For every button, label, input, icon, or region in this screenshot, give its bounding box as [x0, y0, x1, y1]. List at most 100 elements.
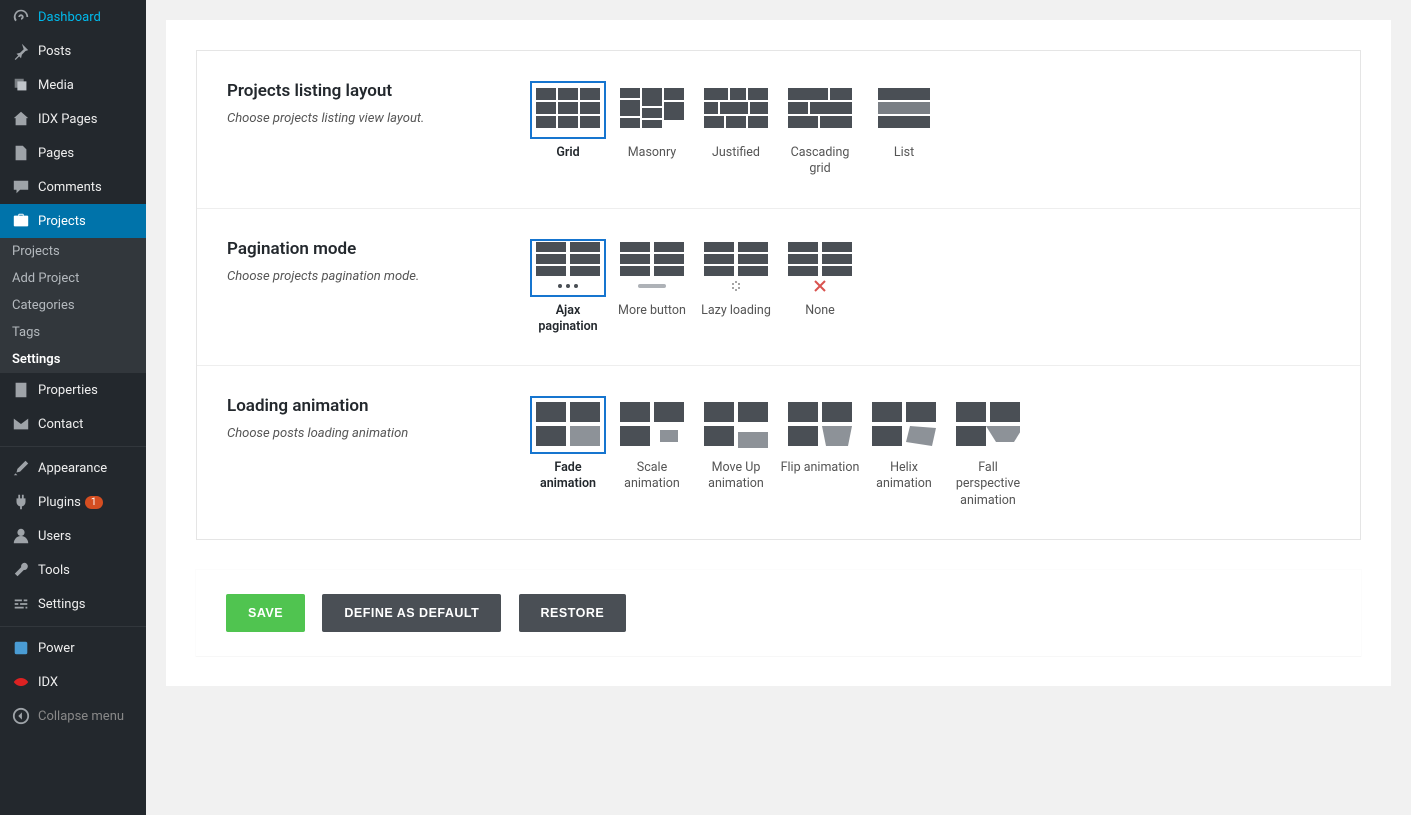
- setting-options: Fade animation Scale animation Move Up a…: [527, 396, 1330, 509]
- collapse-icon: [12, 707, 30, 725]
- sidebar-item-users[interactable]: Users: [0, 519, 146, 553]
- sidebar-item-projects[interactable]: Projects: [0, 204, 146, 238]
- setting-title: Projects listing layout: [227, 81, 507, 101]
- sidebar-subitem-settings[interactable]: Settings: [0, 346, 146, 373]
- sidebar-item-collapse[interactable]: Collapse menu: [0, 699, 146, 733]
- option-label: List: [863, 145, 945, 161]
- setting-desc: Choose projects listing view layout.: [227, 111, 507, 126]
- sidebar-item-properties[interactable]: Properties: [0, 373, 146, 407]
- option-moveup[interactable]: Move Up animation: [695, 396, 777, 509]
- option-label: Fall perspective animation: [947, 460, 1029, 509]
- sidebar-label: Projects: [38, 214, 86, 229]
- sidebar-label: Users: [38, 529, 71, 544]
- admin-sidebar: Dashboard Posts Media IDX Pages Pages Co…: [0, 0, 146, 815]
- option-label: Grid: [527, 145, 609, 161]
- define-default-button[interactable]: DEFINE AS DEFAULT: [322, 594, 501, 632]
- thumb-grid-icon: [530, 81, 606, 139]
- setting-options: Grid Masonry Justified: [527, 81, 1330, 178]
- sidebar-item-media[interactable]: Media: [0, 68, 146, 102]
- sidebar-item-contact[interactable]: Contact: [0, 407, 146, 441]
- setting-options: Ajax pagination More button Lazy loading: [527, 239, 1330, 336]
- sidebar-item-posts[interactable]: Posts: [0, 34, 146, 68]
- comment-icon: [12, 178, 30, 196]
- setting-desc: Choose posts loading animation: [227, 426, 507, 441]
- sidebar-item-settings[interactable]: Settings: [0, 587, 146, 621]
- user-icon: [12, 527, 30, 545]
- sidebar-label: Tools: [38, 563, 70, 578]
- thumb-scale-icon: [614, 396, 690, 454]
- option-scale[interactable]: Scale animation: [611, 396, 693, 509]
- option-fall[interactable]: Fall perspective animation: [947, 396, 1029, 509]
- actions-panel: SAVE DEFINE AS DEFAULT RESTORE: [196, 570, 1361, 656]
- update-badge: 1: [85, 496, 103, 509]
- option-list[interactable]: List: [863, 81, 945, 178]
- thumb-justified-icon: [698, 81, 774, 139]
- sidebar-subitem-categories[interactable]: Categories: [0, 292, 146, 319]
- plugin-icon: [12, 493, 30, 511]
- pin-icon: [12, 42, 30, 60]
- sidebar-item-appearance[interactable]: Appearance: [0, 451, 146, 485]
- option-ajax[interactable]: Ajax pagination: [527, 239, 609, 336]
- option-masonry[interactable]: Masonry: [611, 81, 693, 178]
- gauge-icon: [12, 8, 30, 26]
- media-icon: [12, 76, 30, 94]
- option-cascading[interactable]: Cascading grid: [779, 81, 861, 178]
- wrench-icon: [12, 561, 30, 579]
- setting-row-pagination: Pagination mode Choose projects paginati…: [197, 209, 1360, 367]
- option-grid[interactable]: Grid: [527, 81, 609, 178]
- briefcase-icon: [12, 212, 30, 230]
- setting-label: Pagination mode Choose projects paginati…: [227, 239, 527, 336]
- option-fade[interactable]: Fade animation: [527, 396, 609, 509]
- option-lazy[interactable]: Lazy loading: [695, 239, 777, 336]
- option-label: Flip animation: [779, 460, 861, 476]
- thumb-none-icon: [782, 239, 858, 297]
- sidebar-item-comments[interactable]: Comments: [0, 170, 146, 204]
- sidebar-label: Dashboard: [38, 10, 101, 25]
- setting-label: Loading animation Choose posts loading a…: [227, 396, 527, 509]
- option-label: Justified: [695, 145, 777, 161]
- sidebar-label: Properties: [38, 383, 98, 398]
- sidebar-item-dashboard[interactable]: Dashboard: [0, 0, 146, 34]
- option-label: Helix animation: [863, 460, 945, 493]
- sidebar-label: Settings: [38, 597, 85, 612]
- option-label: Cascading grid: [779, 145, 861, 178]
- sidebar-label: Pages: [38, 146, 74, 161]
- option-label: None: [779, 303, 861, 319]
- option-more[interactable]: More button: [611, 239, 693, 336]
- save-button[interactable]: SAVE: [226, 594, 305, 632]
- sidebar-subitem-projects[interactable]: Projects: [0, 238, 146, 265]
- sidebar-item-power[interactable]: Power: [0, 631, 146, 665]
- sidebar-item-tools[interactable]: Tools: [0, 553, 146, 587]
- setting-desc: Choose projects pagination mode.: [227, 269, 507, 284]
- main-content: Projects listing layout Choose projects …: [146, 0, 1411, 706]
- option-label: Fade animation: [527, 460, 609, 493]
- option-label: More button: [611, 303, 693, 319]
- option-none[interactable]: None: [779, 239, 861, 336]
- pages-icon: [12, 144, 30, 162]
- thumb-more-icon: [614, 239, 690, 297]
- sidebar-subitem-add-project[interactable]: Add Project: [0, 265, 146, 292]
- sidebar-label: IDX Pages: [38, 112, 97, 127]
- setting-row-layout: Projects listing layout Choose projects …: [197, 51, 1360, 209]
- sidebar-item-idx[interactable]: IDX: [0, 665, 146, 699]
- sidebar-item-idxpages[interactable]: IDX Pages: [0, 102, 146, 136]
- sidebar-item-plugins[interactable]: Plugins 1: [0, 485, 146, 519]
- setting-title: Pagination mode: [227, 239, 507, 259]
- setting-row-animation: Loading animation Choose posts loading a…: [197, 366, 1360, 539]
- restore-button[interactable]: RESTORE: [519, 594, 627, 632]
- option-label: Ajax pagination: [527, 303, 609, 336]
- sidebar-item-pages[interactable]: Pages: [0, 136, 146, 170]
- building-icon: [12, 381, 30, 399]
- option-helix[interactable]: Helix animation: [863, 396, 945, 509]
- sidebar-label: Comments: [38, 180, 102, 195]
- sidebar-subitem-tags[interactable]: Tags: [0, 319, 146, 346]
- sidebar-label: Contact: [38, 417, 83, 432]
- settings-card: Projects listing layout Choose projects …: [196, 50, 1361, 540]
- thumb-moveup-icon: [698, 396, 774, 454]
- option-label: Move Up animation: [695, 460, 777, 493]
- thumb-lazy-icon: [698, 239, 774, 297]
- settings-panel: Projects listing layout Choose projects …: [166, 20, 1391, 686]
- option-justified[interactable]: Justified: [695, 81, 777, 178]
- option-label: Lazy loading: [695, 303, 777, 319]
- option-flip[interactable]: Flip animation: [779, 396, 861, 509]
